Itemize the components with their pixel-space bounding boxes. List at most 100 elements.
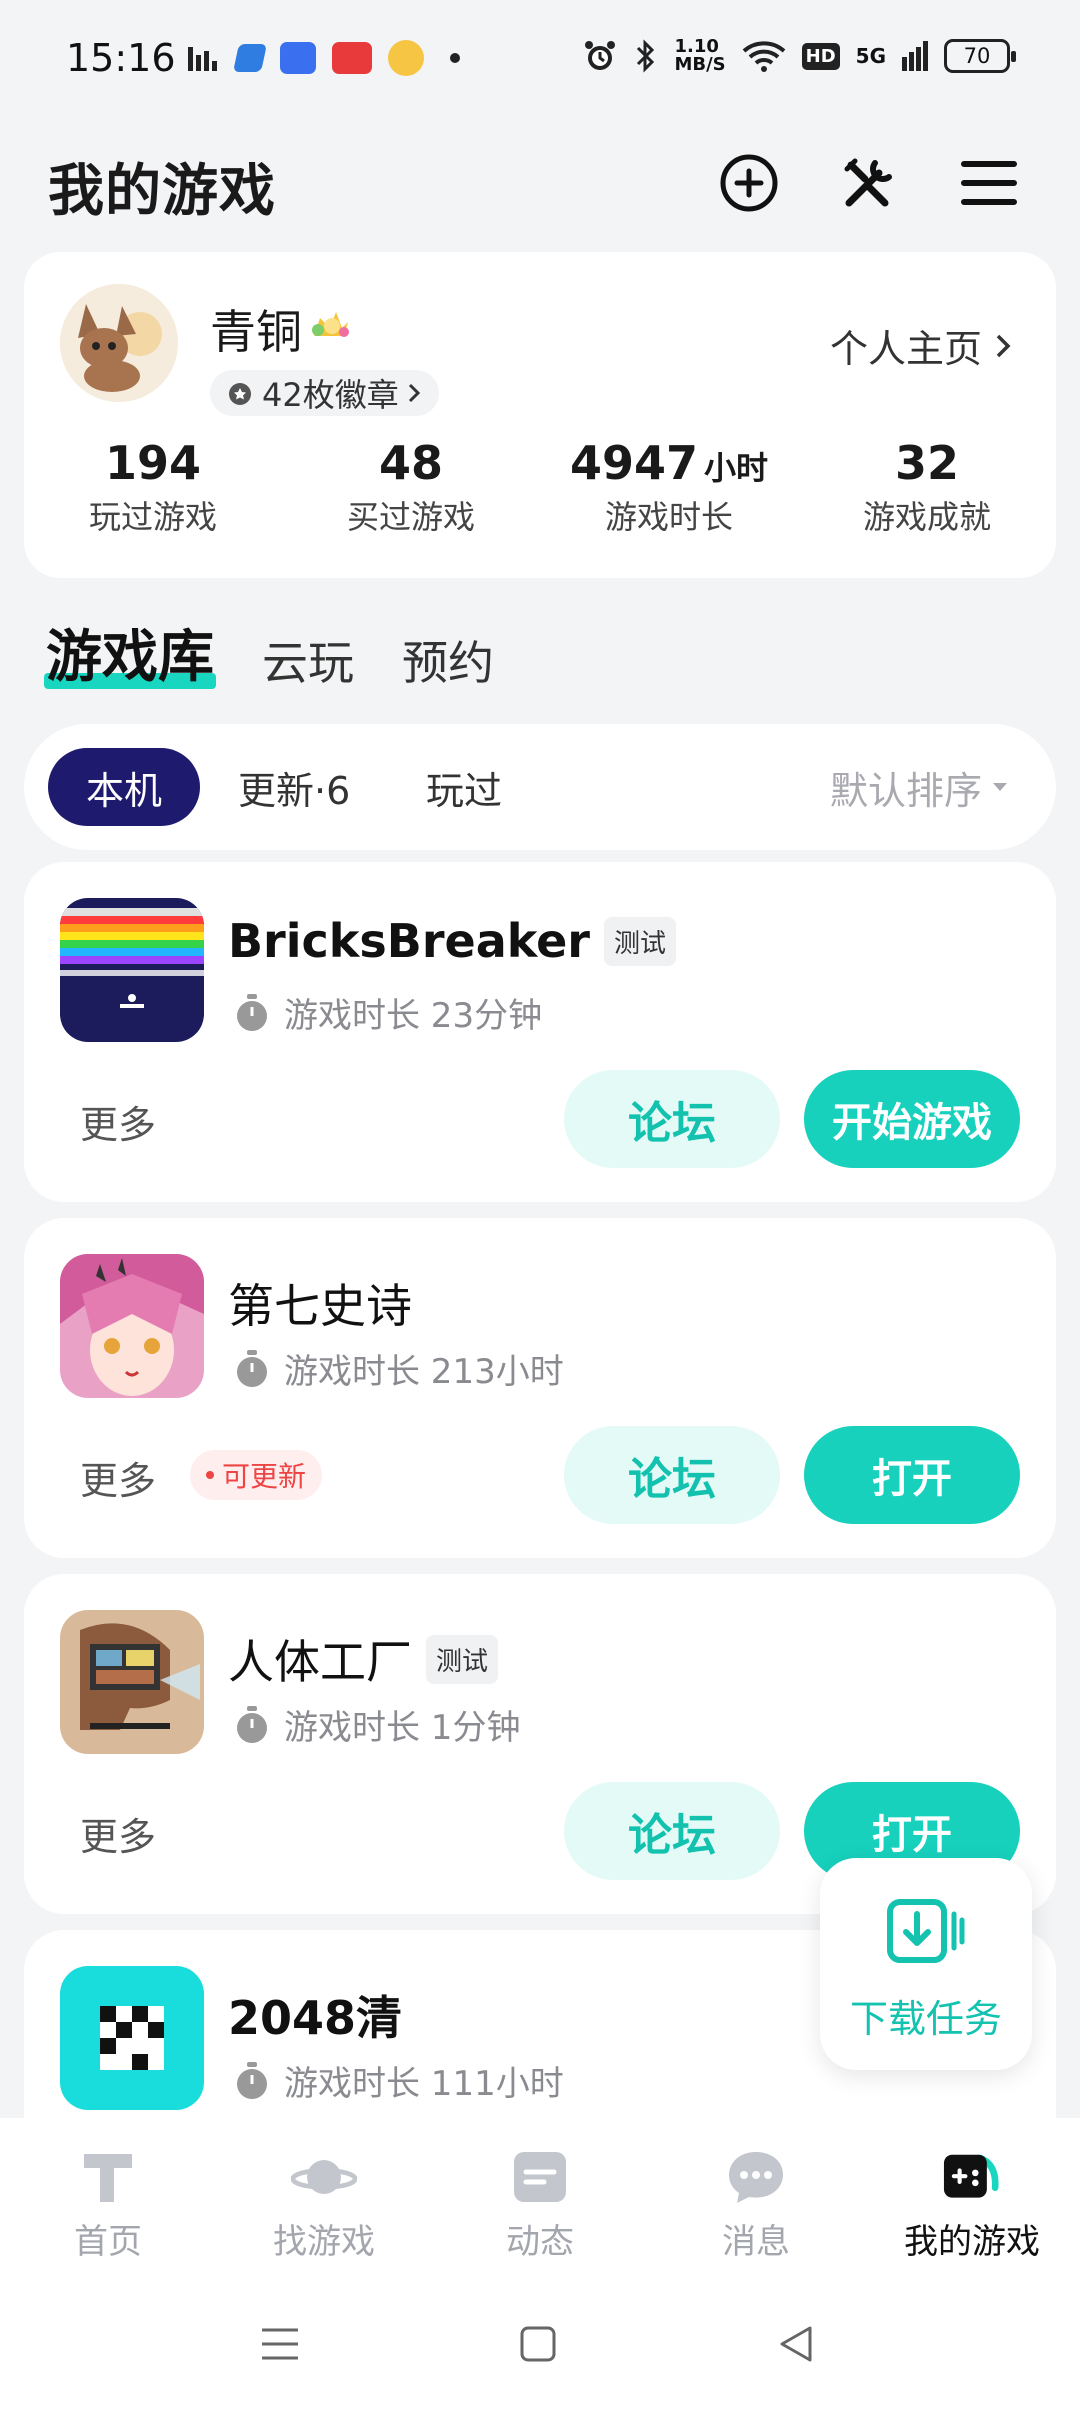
eevee-avatar-icon bbox=[60, 284, 178, 402]
nav-messages[interactable]: 消息 bbox=[648, 2118, 864, 2276]
stat-achievements[interactable]: 32 游戏成就 bbox=[798, 436, 1056, 538]
battery-icon: 70 bbox=[944, 39, 1016, 73]
stopwatch-icon bbox=[237, 2061, 267, 2099]
add-button[interactable] bbox=[716, 150, 782, 216]
square-icon bbox=[520, 2326, 556, 2362]
game-icon-human-factory bbox=[60, 1610, 204, 1754]
home-button[interactable] bbox=[514, 2320, 562, 2368]
stat-games-bought[interactable]: 48 买过游戏 bbox=[282, 436, 540, 538]
app-notification-icon bbox=[280, 42, 316, 74]
tools-icon bbox=[844, 158, 892, 207]
stat-label: 游戏成就 bbox=[862, 498, 991, 536]
human-factory-icon bbox=[60, 1610, 204, 1754]
anime-character-icon bbox=[60, 1254, 204, 1398]
signal-bars-icon bbox=[188, 47, 217, 71]
stopwatch-icon bbox=[237, 993, 267, 1031]
system-icons: 1.10 MB/S HD 5G 70 bbox=[582, 36, 1016, 75]
menu-button[interactable] bbox=[956, 150, 1022, 216]
recent-apps-button[interactable] bbox=[256, 2320, 304, 2368]
nav-label: 动态 bbox=[506, 2222, 574, 2262]
game-title: 人体工厂 测试 bbox=[228, 1626, 499, 1692]
more-button[interactable]: 更多 bbox=[80, 1450, 156, 1505]
game-name-text: 第七史诗 bbox=[228, 1279, 412, 1333]
filter-updates[interactable]: 更新·6 bbox=[238, 748, 350, 826]
tab-reservations[interactable]: 预约 bbox=[402, 627, 494, 693]
filter-local[interactable]: 本机 bbox=[48, 748, 201, 826]
caret-down-icon bbox=[993, 783, 1007, 791]
sort-label: 默认排序 bbox=[829, 768, 982, 813]
nav-find-games[interactable]: 找游戏 bbox=[216, 2118, 432, 2276]
forum-button[interactable]: 论坛 bbox=[564, 1070, 780, 1168]
game-icon-2048 bbox=[60, 1966, 204, 2110]
filter-played[interactable]: 玩过 bbox=[426, 748, 502, 826]
playtime-text: 游戏时长 23分钟 bbox=[284, 996, 543, 1036]
avatar[interactable] bbox=[60, 284, 178, 402]
level-badge-icon bbox=[312, 312, 349, 337]
download-tasks-label: 下载任务 bbox=[849, 1997, 1002, 2041]
chevron-right-icon bbox=[408, 383, 420, 403]
message-icon bbox=[729, 2152, 783, 2203]
game-icon-bricksbreaker bbox=[60, 898, 204, 1042]
game-card[interactable]: BricksBreaker 测试 游戏时长 23分钟 更多 论坛 开始游戏 bbox=[24, 862, 1056, 1202]
filter-bar: 本机 更新·6 玩过 默认排序 bbox=[24, 724, 1056, 850]
system-navigation-bar bbox=[0, 2276, 1080, 2412]
game-icon-epic-seven bbox=[60, 1254, 204, 1398]
more-button[interactable]: 更多 bbox=[80, 1806, 156, 1861]
download-icon bbox=[887, 1899, 965, 1963]
stat-label: 游戏时长 bbox=[604, 498, 733, 536]
cellular-icon bbox=[902, 41, 928, 71]
network-speed: 1.10 MB/S bbox=[674, 36, 726, 75]
download-tasks-button[interactable]: 下载任务 bbox=[820, 1858, 1032, 2070]
personal-homepage-link[interactable]: 个人主页 bbox=[830, 318, 1012, 373]
nav-my-games[interactable]: 我的游戏 bbox=[864, 2118, 1080, 2276]
nav-label: 消息 bbox=[722, 2222, 790, 2262]
status-time: 15:16 bbox=[66, 36, 176, 80]
stat-label: 玩过游戏 bbox=[88, 498, 217, 536]
game-title: 2048清 bbox=[228, 1982, 402, 2048]
menu-lines-icon bbox=[262, 2328, 298, 2360]
game-card[interactable]: 第七史诗 游戏时长 213小时 更多 可更新 论坛 打开 bbox=[24, 1218, 1056, 1558]
tools-button[interactable] bbox=[836, 150, 902, 216]
home-icon bbox=[84, 2154, 132, 2202]
forum-button[interactable]: 论坛 bbox=[564, 1426, 780, 1524]
more-button[interactable]: 更多 bbox=[80, 1094, 156, 1149]
sort-dropdown[interactable]: 默认排序 bbox=[830, 748, 1008, 826]
grid-puzzle-icon bbox=[60, 1966, 204, 2110]
nav-home[interactable]: 首页 bbox=[0, 2118, 216, 2276]
stopwatch-icon bbox=[237, 1705, 267, 1743]
plus-circle-icon bbox=[720, 154, 778, 212]
nav-label: 我的游戏 bbox=[904, 2222, 1040, 2262]
game-name-text: 2048清 bbox=[228, 1991, 403, 2045]
stat-play-time[interactable]: 4947 小时 游戏时长 bbox=[540, 436, 798, 538]
battery-level: 70 bbox=[963, 44, 991, 68]
test-tag: 测试 bbox=[426, 1634, 499, 1684]
badges-button[interactable]: 42枚徽章 bbox=[210, 370, 439, 416]
toutiao-icon bbox=[332, 42, 372, 74]
app-notification-icon bbox=[233, 44, 267, 72]
tab-game-library[interactable]: 游戏库 bbox=[44, 612, 216, 693]
gamepad-icon bbox=[943, 2154, 999, 2198]
update-dot-icon bbox=[206, 1471, 214, 1479]
update-text: 可更新 bbox=[222, 1460, 307, 1493]
stat-games-played[interactable]: 194 玩过游戏 bbox=[24, 436, 282, 538]
section-tabs: 游戏库 云玩 预约 bbox=[44, 612, 494, 693]
chevron-right-icon bbox=[996, 334, 1011, 357]
start-game-button[interactable]: 开始游戏 bbox=[804, 1070, 1020, 1168]
bluetooth-icon bbox=[637, 39, 655, 73]
hamburger-menu-icon bbox=[961, 161, 1017, 205]
playtime: 游戏时长 23分钟 bbox=[234, 988, 542, 1037]
back-button[interactable] bbox=[772, 2320, 820, 2368]
forum-button[interactable]: 论坛 bbox=[564, 1782, 780, 1880]
bricks-icon bbox=[60, 898, 204, 1042]
stat-value: 48 bbox=[378, 436, 443, 490]
home-link-label: 个人主页 bbox=[829, 327, 982, 371]
playtime: 游戏时长 1分钟 bbox=[234, 1700, 520, 1749]
username: 青铜 bbox=[210, 305, 302, 359]
playtime: 游戏时长 213小时 bbox=[234, 1344, 564, 1393]
open-game-button[interactable]: 打开 bbox=[804, 1426, 1020, 1524]
tab-cloud-play[interactable]: 云玩 bbox=[262, 627, 354, 693]
nav-feed[interactable]: 动态 bbox=[432, 2118, 648, 2276]
stat-value: 32 bbox=[894, 436, 959, 490]
update-available-badge: 可更新 bbox=[190, 1450, 323, 1500]
alarm-icon bbox=[585, 41, 616, 70]
